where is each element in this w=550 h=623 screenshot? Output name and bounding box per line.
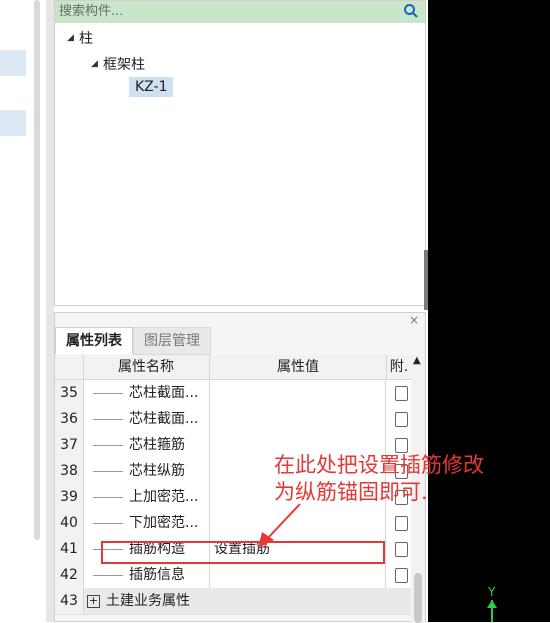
scrollbar-thumb[interactable] (414, 573, 422, 623)
annotation-line-1: 在此处把设置插筋修改 (274, 453, 484, 477)
y-axis-label: Y (487, 585, 496, 599)
tree-node-label: 柱 (79, 31, 93, 47)
drawing-canvas[interactable] (428, 0, 550, 622)
left-selected-item[interactable] (0, 50, 26, 76)
expand-plus-icon[interactable]: + (87, 594, 100, 608)
search-input[interactable] (59, 2, 389, 20)
grid-header: 属性名称 属性值 附. (55, 355, 411, 380)
attach-checkbox[interactable] (395, 412, 408, 427)
table-row[interactable]: 40 下加密范... (55, 510, 411, 537)
property-value[interactable] (210, 510, 386, 536)
table-row[interactable]: 35 芯柱截面... (55, 380, 411, 407)
property-name: 芯柱截面... (83, 380, 210, 406)
row-number: 40 (55, 510, 84, 536)
table-row[interactable]: 36 芯柱截面... (55, 406, 411, 433)
expand-triangle-icon[interactable]: ◢ (91, 59, 103, 69)
y-axis-indicator: Y (487, 585, 497, 622)
attach-checkbox[interactable] (395, 568, 408, 583)
property-value[interactable] (210, 380, 386, 406)
property-name: 芯柱截面... (83, 406, 210, 432)
search-bar (55, 1, 425, 23)
row-number: 42 (55, 562, 84, 588)
header-name: 属性名称 (83, 355, 210, 379)
group-name: + 土建业务属性 (87, 593, 190, 609)
row-number: 41 (55, 536, 84, 562)
splitter[interactable] (46, 0, 54, 622)
left-panel-strip (0, 0, 46, 622)
attach-checkbox[interactable] (395, 386, 408, 401)
close-icon[interactable]: × (409, 313, 419, 327)
property-name: 插筋信息 (83, 562, 210, 588)
table-row-group[interactable]: 43 + 土建业务属性 (55, 588, 411, 615)
tree-leaf-label: KZ-1 (129, 77, 174, 97)
highlight-box (101, 541, 385, 564)
tree-node-column[interactable]: ◢ 柱 (67, 28, 93, 48)
property-name: 下加密范... (83, 510, 210, 536)
attach-checkbox[interactable] (395, 516, 408, 531)
search-icon[interactable] (403, 3, 419, 19)
property-value[interactable] (210, 406, 386, 432)
attach-checkbox[interactable] (395, 438, 408, 453)
left-scrollbar[interactable] (34, 0, 40, 540)
tab-property-list[interactable]: 属性列表 (55, 327, 133, 354)
row-number: 35 (55, 380, 84, 406)
scroll-up-icon[interactable]: ▲ (413, 355, 421, 366)
header-value: 属性值 (210, 355, 387, 379)
annotation-note: 在此处把设置插筋修改 为纵筋锚固即可. (274, 452, 484, 506)
property-name: 芯柱箍筋 (83, 432, 210, 458)
header-index (55, 355, 84, 379)
property-name: 芯柱纵筋 (83, 458, 210, 484)
expand-triangle-icon[interactable]: ◢ (67, 33, 79, 43)
tree-node-label: 框架柱 (103, 57, 145, 73)
tree-leaf-kz1[interactable]: KZ-1 (129, 77, 174, 97)
table-row[interactable]: 42 插筋信息 (55, 562, 411, 589)
property-name: 上加密范... (83, 484, 210, 510)
tab-layer-management[interactable]: 图层管理 (133, 327, 211, 355)
header-extra: 附. (389, 359, 409, 375)
attach-checkbox[interactable] (395, 542, 408, 557)
left-selected-item[interactable] (0, 110, 26, 136)
row-number: 36 (55, 406, 84, 432)
property-value[interactable] (210, 562, 386, 588)
row-number: 37 (55, 432, 84, 458)
row-number: 39 (55, 484, 84, 510)
property-tabs: 属性列表 图层管理 (55, 327, 211, 355)
tree-node-frame-column[interactable]: ◢ 框架柱 (91, 54, 145, 74)
component-tree-panel: ◢ 柱 ◢ 框架柱 KZ-1 (54, 0, 426, 306)
annotation-line-2: 为纵筋锚固即可. (274, 480, 428, 504)
row-number: 43 (55, 588, 84, 614)
row-number: 38 (55, 458, 84, 484)
